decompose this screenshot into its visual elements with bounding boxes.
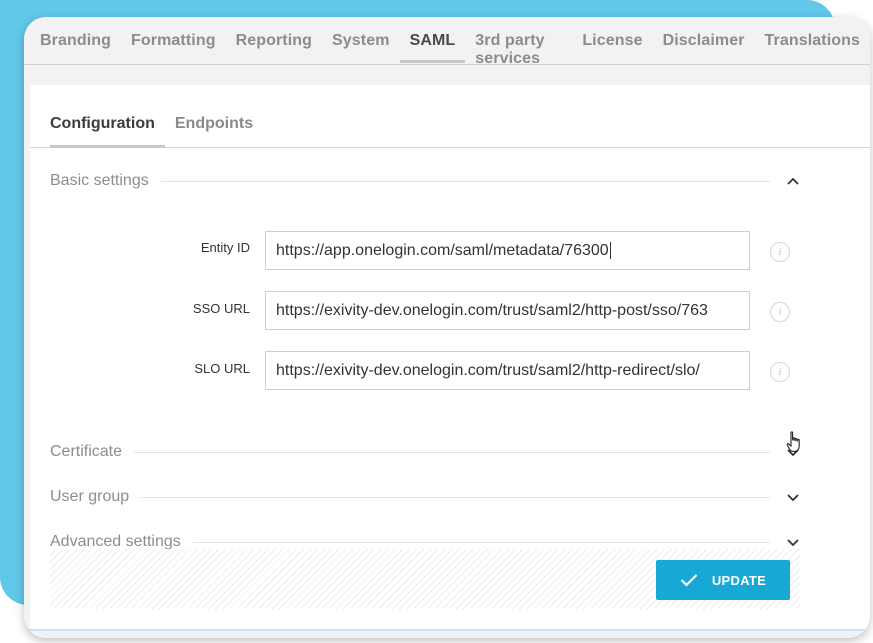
divider: [141, 496, 770, 498]
section-basic-settings[interactable]: Basic settings: [50, 169, 800, 193]
tab-branding[interactable]: Branding: [30, 17, 121, 63]
tab-system[interactable]: System: [322, 17, 400, 63]
tab-formatting[interactable]: Formatting: [121, 17, 226, 63]
bottom-accent-line: [24, 629, 870, 631]
entity-id-value: https://app.onelogin.com/saml/metadata/7…: [276, 242, 609, 259]
tab-configuration[interactable]: Configuration: [50, 85, 165, 148]
section-user-group[interactable]: User group: [50, 485, 800, 509]
section-title: Basic settings: [50, 172, 149, 189]
sso-url-input[interactable]: https://exivity-dev.onelogin.com/trust/s…: [265, 291, 750, 330]
update-button[interactable]: UPDATE: [656, 560, 790, 600]
tab-endpoints[interactable]: Endpoints: [175, 85, 263, 148]
update-button-label: UPDATE: [711, 572, 767, 588]
divider: [134, 451, 770, 453]
slo-url-input[interactable]: https://exivity-dev.onelogin.com/trust/s…: [265, 351, 750, 390]
tab-3rd-party-services[interactable]: 3rd party services: [465, 17, 572, 67]
hand-pointer-icon: [786, 431, 800, 453]
tab-disclaimer[interactable]: Disclaimer: [653, 17, 755, 63]
section-title: Certificate: [50, 443, 123, 460]
sso-url-label: SSO URL: [192, 301, 250, 316]
saml-panel: Configuration Endpoints Basic settings E…: [30, 85, 870, 630]
section-certificate[interactable]: Certificate: [50, 440, 800, 464]
tab-license[interactable]: License: [572, 17, 652, 63]
sub-tab-bar: Configuration Endpoints: [30, 85, 870, 148]
slo-url-label: SLO URL: [194, 361, 250, 376]
entity-id-input[interactable]: https://app.onelogin.com/saml/metadata/7…: [265, 231, 750, 270]
entity-id-label: Entity ID: [200, 240, 250, 255]
tab-saml[interactable]: SAML: [399, 17, 466, 63]
form-footer: UPDATE: [50, 549, 800, 609]
section-title: User group: [50, 488, 130, 505]
divider: [192, 541, 770, 543]
info-icon[interactable]: i: [770, 362, 790, 382]
top-tab-bar: Branding Formatting Reporting System SAM…: [24, 17, 870, 67]
info-icon[interactable]: i: [770, 242, 790, 262]
sso-url-value: https://exivity-dev.onelogin.com/trust/s…: [276, 302, 708, 319]
slo-url-value: https://exivity-dev.onelogin.com/trust/s…: [276, 362, 700, 379]
divider: [160, 180, 770, 182]
settings-card: Branding Formatting Reporting System SAM…: [24, 17, 870, 638]
info-icon[interactable]: i: [770, 302, 790, 322]
tab-reporting[interactable]: Reporting: [226, 17, 322, 63]
check-icon: [680, 574, 698, 587]
tab-translations[interactable]: Translations: [755, 17, 870, 63]
chevron-up-icon[interactable]: [770, 169, 800, 193]
chevron-down-icon[interactable]: [770, 485, 800, 509]
